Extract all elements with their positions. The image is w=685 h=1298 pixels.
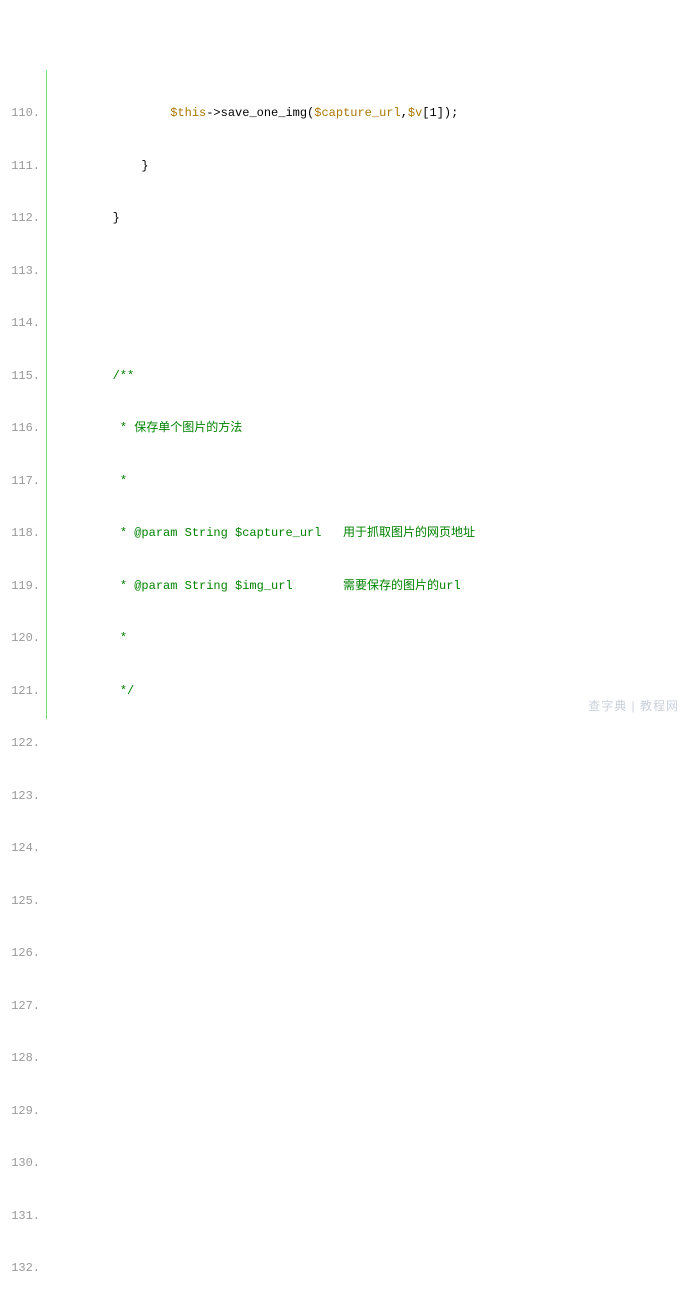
line-number: 118. — [0, 525, 40, 543]
line-number: 116. — [0, 420, 40, 438]
line-number: 128. — [0, 1050, 40, 1068]
code-line — [55, 263, 685, 281]
line-number: 112. — [0, 210, 40, 228]
code-line: } — [55, 158, 685, 176]
code-line: * @param String $img_url 需要保存的图片的url — [55, 578, 685, 596]
line-number: 123. — [0, 788, 40, 806]
line-number: 121. — [0, 683, 40, 701]
code-line: * 保存单个图片的方法 — [55, 420, 685, 438]
line-number: 126. — [0, 945, 40, 963]
line-number: 110. — [0, 105, 40, 123]
line-number: 113. — [0, 263, 40, 281]
line-number: 132. — [0, 1260, 40, 1278]
code-line: /** — [55, 368, 685, 386]
line-number: 117. — [0, 473, 40, 491]
line-number: 115. — [0, 368, 40, 386]
code-editor: 110. 111. 112. 113. 114. 115. 116. 117. … — [0, 70, 685, 719]
code-line: $this->save_one_img($capture_url,$v[1]); — [55, 105, 685, 123]
code-line: } — [55, 210, 685, 228]
line-number: 127. — [0, 998, 40, 1016]
line-number-gutter: 110. 111. 112. 113. 114. 115. 116. 117. … — [0, 70, 47, 719]
line-number: 125. — [0, 893, 40, 911]
line-number: 119. — [0, 578, 40, 596]
line-number: 124. — [0, 840, 40, 858]
code-line: * @param String $capture_url 用于抓取图片的网页地址 — [55, 525, 685, 543]
line-number: 114. — [0, 315, 40, 333]
code-line: * — [55, 473, 685, 491]
line-number: 131. — [0, 1208, 40, 1226]
code-line: * — [55, 630, 685, 648]
line-number: 129. — [0, 1103, 40, 1121]
line-number: 120. — [0, 630, 40, 648]
code-line — [55, 315, 685, 333]
line-number: 122. — [0, 735, 40, 753]
line-number: 111. — [0, 158, 40, 176]
code-content[interactable]: $this->save_one_img($capture_url,$v[1]);… — [47, 70, 685, 719]
line-number: 130. — [0, 1155, 40, 1173]
watermark: 查字典 | 教程网 — [588, 698, 679, 716]
